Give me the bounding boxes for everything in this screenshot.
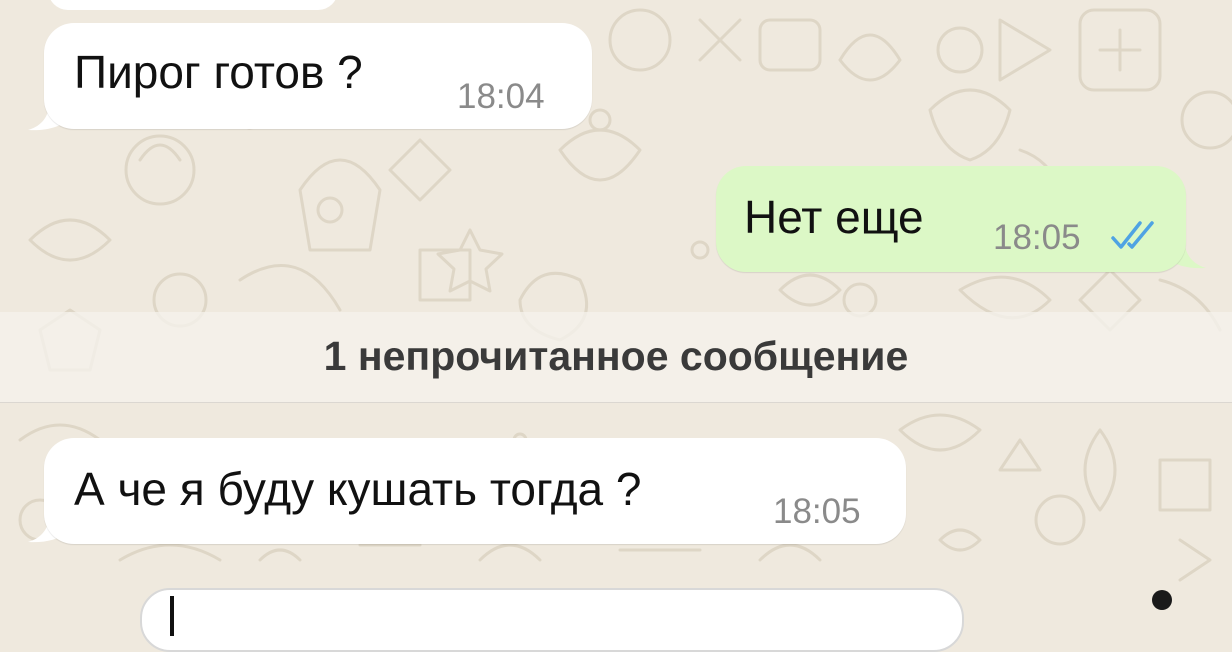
unread-divider-label: 1 непрочитанное сообщение xyxy=(323,333,909,379)
camera-icon[interactable] xyxy=(1152,590,1172,610)
message-text: А че я буду кушать тогда ? xyxy=(74,463,642,515)
message-bubble-outgoing[interactable]: Нет еще 18:05 xyxy=(716,166,1186,272)
text-cursor xyxy=(170,596,174,636)
message-text: Пирог готов ? xyxy=(74,46,363,98)
unread-messages-divider: 1 непрочитанное сообщение xyxy=(0,312,1232,403)
message-bubble-incoming[interactable]: А че я буду кушать тогда ? 18:05 xyxy=(44,438,906,544)
message-input[interactable] xyxy=(140,588,964,652)
double-check-read-icon xyxy=(1111,221,1154,249)
message-time: 18:04 xyxy=(457,77,545,116)
message-bubble-incoming[interactable]: Пирог готов ? 18:04 xyxy=(44,23,592,129)
message-time: 18:05 xyxy=(993,218,1081,257)
message-time: 18:05 xyxy=(773,492,861,531)
previous-message-bubble-edge xyxy=(48,0,338,10)
message-text: Нет еще xyxy=(744,191,924,243)
